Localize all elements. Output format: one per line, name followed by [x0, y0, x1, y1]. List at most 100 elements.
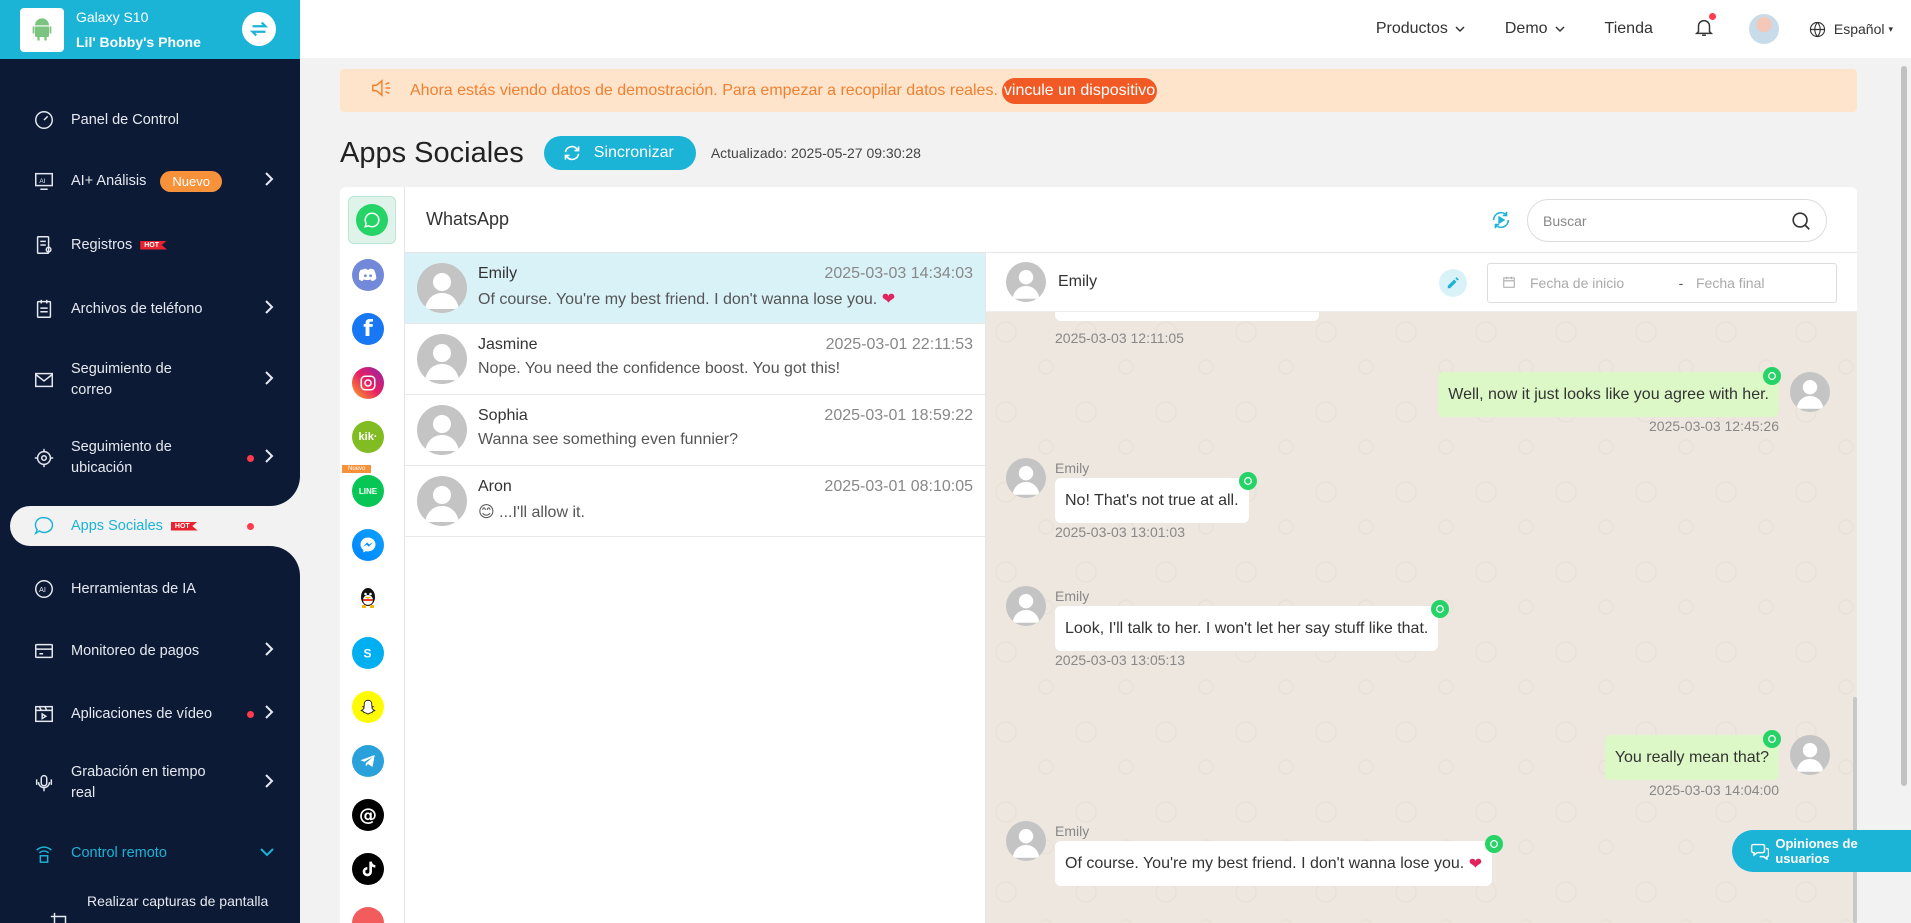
telegram-icon[interactable] [352, 745, 384, 777]
sync-label: Sincronizar [593, 144, 674, 161]
sidebar-item-label: Panel de Control [71, 111, 180, 128]
message-time: 2025-03-03 14:04:00 [1649, 782, 1779, 798]
sidebar-item-mail[interactable]: Seguimiento de correo [0, 358, 300, 402]
conversation-item[interactable]: Sophia 2025-03-01 18:59:22 Wanna see som… [405, 395, 985, 466]
nav-store[interactable]: Tienda [1605, 20, 1653, 38]
threads-icon[interactable]: @ [352, 799, 384, 831]
sidebar-item-ai-analysis[interactable]: AI AI+ Análisis Nuevo [0, 166, 300, 196]
sync-icon [564, 145, 580, 161]
message-sender: Emily [1055, 823, 1090, 839]
conversation-item[interactable]: Jasmine 2025-03-01 22:11:53 Nope. You ne… [405, 324, 985, 395]
start-date-input[interactable]: Fecha de inicio [1530, 275, 1660, 291]
contact-avatar [417, 476, 467, 526]
nav-products[interactable]: Productos [1376, 20, 1465, 38]
sidebar-item-location[interactable]: Seguimiento de ubicación [0, 436, 300, 480]
notification-dot [247, 711, 254, 718]
sidebar-subitem-screenshots[interactable]: Realizar capturas de pantalla [0, 892, 300, 923]
contact-avatar [417, 263, 467, 313]
messenger-icon[interactable] [352, 529, 384, 561]
user-avatar[interactable] [1748, 14, 1779, 44]
sidebar-item-label: Registros [71, 236, 133, 253]
heart-emoji: ❤ [1468, 855, 1483, 873]
sidebar-item-social-apps[interactable]: Apps Sociales HOT [0, 511, 300, 541]
snapchat-icon[interactable] [352, 691, 384, 723]
facebook-icon[interactable]: f [352, 313, 384, 345]
sidebar-item-payments[interactable]: Monitoreo de pagos [0, 636, 300, 666]
banner-text: Ahora estás viendo datos de demostración… [410, 81, 998, 99]
app-header: WhatsApp Buscar [405, 187, 1857, 253]
sidebar-item-ai-tools[interactable]: AI Herramientas de IA [0, 574, 300, 604]
bell-icon[interactable] [1693, 12, 1716, 44]
page-scrollbar[interactable] [1900, 60, 1908, 923]
device-header[interactable]: Galaxy S10 Lil' Bobby's Phone [0, 0, 300, 59]
updated-timestamp: Actualizado: 2025-05-27 09:30:28 [710, 145, 921, 161]
qq-icon[interactable] [352, 583, 384, 615]
whatsapp-icon [1485, 835, 1503, 853]
heart-emoji: ❤ [881, 291, 896, 308]
sidebar-item-live-recording[interactable]: Grabación en tiempo real [0, 761, 300, 805]
screenshot-icon [48, 910, 72, 923]
selected-app-name: WhatsApp [426, 209, 510, 229]
user-feedback-button[interactable]: Opiniones de usuarios [1732, 830, 1911, 872]
sidebar-item-remote-control[interactable]: Control remoto [0, 838, 300, 868]
device-model: Galaxy S10 [76, 8, 149, 25]
message-bubble-incoming: Look, I'll talk to her. I won't let her … [1055, 606, 1439, 651]
date-separator: - [1678, 275, 1684, 291]
message-time: 2025-03-03 12:45:26 [1649, 418, 1779, 434]
sidebar-item-phone-files[interactable]: Archivos de teléfono [0, 294, 300, 324]
date-range-picker[interactable]: Fecha de inicio - Fecha final [1487, 263, 1837, 303]
contact-avatar [417, 334, 467, 384]
new-tag: Nuevo [342, 465, 372, 473]
contact-name: Jasmine [478, 336, 538, 353]
end-date-input[interactable]: Fecha final [1696, 275, 1764, 291]
conversation-time: 2025-03-03 14:34:03 [824, 265, 973, 282]
app-whatsapp[interactable] [348, 196, 396, 244]
skype-icon[interactable]: S [352, 637, 384, 669]
search-icon[interactable] [1790, 210, 1812, 232]
conversation-list: Emily 2025-03-03 14:34:03 Of course. You… [405, 253, 986, 923]
edit-icon[interactable] [1439, 269, 1467, 297]
sync-button[interactable]: Sincronizar [543, 136, 696, 170]
tiktok-icon[interactable] [352, 853, 384, 885]
discord-icon[interactable] [352, 259, 384, 291]
hot-badge: HOT [170, 521, 198, 531]
chevron-right-icon [264, 774, 274, 792]
chat-window: Emily Fecha de inicio - Fecha final 2025… [986, 253, 1857, 923]
link-device-button[interactable]: vincule un dispositivo [1001, 77, 1158, 104]
kik-icon[interactable]: kik· [352, 421, 384, 453]
sidebar-item-records[interactable]: Registros HOT [0, 230, 300, 260]
chevron-right-icon [264, 705, 274, 723]
more-app-icon[interactable] [352, 907, 384, 923]
chevron-right-icon [264, 642, 274, 660]
nav-products-label: Productos [1375, 20, 1448, 37]
sidebar-item-dashboard[interactable]: Panel de Control [0, 105, 300, 135]
sidebar-item-label: AI+ Análisis [71, 172, 147, 189]
search-input[interactable]: Buscar [1527, 199, 1827, 242]
nav-demo[interactable]: Demo [1505, 20, 1565, 38]
language-label: Español [1833, 21, 1885, 37]
conversation-time: 2025-03-01 22:11:53 [825, 336, 973, 353]
conversation-item[interactable]: Emily 2025-03-03 14:34:03 Of course. You… [405, 253, 985, 324]
sidebar-item-label: Realizar capturas de pantalla [87, 892, 269, 909]
device-name: Lil' Bobby's Phone [76, 33, 201, 50]
conversation-item[interactable]: Aron 2025-03-01 08:10:05 😊 ...I'll allow… [405, 466, 985, 537]
svg-text:AI: AI [39, 585, 46, 594]
hot-badge: HOT [140, 240, 168, 250]
message-area: 2025-03-03 12:11:05 Well, now it just lo… [986, 312, 1857, 923]
new-badge: Nuevo [160, 170, 222, 192]
mail-icon [32, 368, 56, 392]
caret-down-icon: ▾ [1888, 23, 1893, 34]
message-bubble-incoming: No! That's not true at all. [1055, 478, 1249, 523]
feedback-icon [1750, 843, 1770, 860]
top-bar: Productos Demo Tienda Español ▾ [300, 0, 1911, 58]
refresh-icon[interactable] [1490, 209, 1512, 236]
sidebar-item-video-apps[interactable]: Aplicaciones de vídeo [0, 699, 300, 729]
instagram-icon[interactable] [352, 367, 384, 399]
payment-icon [32, 639, 56, 663]
microphone-icon [32, 771, 56, 795]
sidebar-item-label: Seguimiento de ubicación [71, 439, 172, 476]
chat-contact-name: Emily [1058, 273, 1098, 290]
switch-device-icon[interactable] [242, 12, 276, 46]
language-selector[interactable]: Español ▾ [1809, 21, 1893, 38]
line-icon[interactable]: LINE [352, 475, 384, 507]
